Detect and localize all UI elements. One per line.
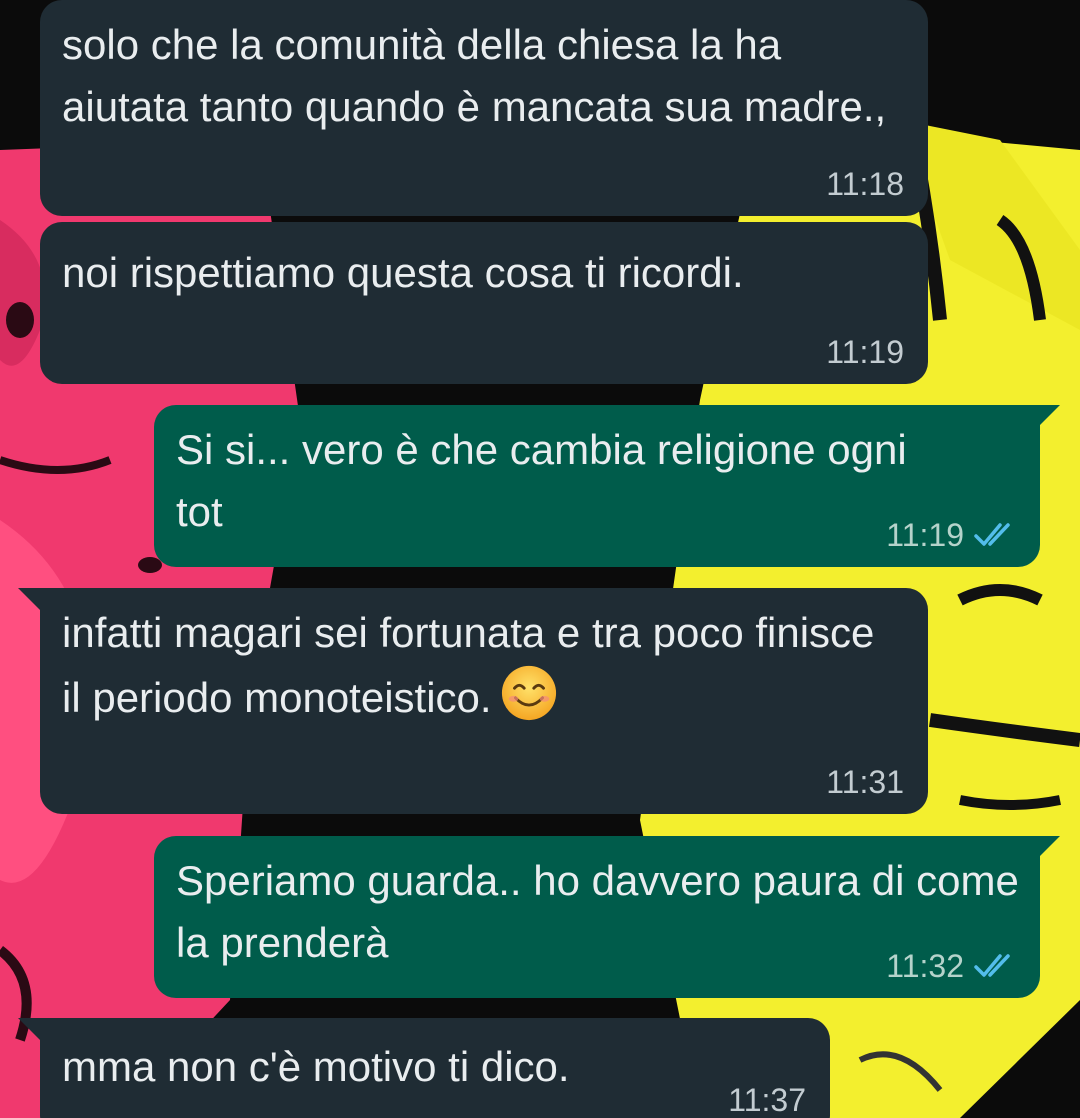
read-double-check-icon [974, 523, 1010, 546]
message-time: 11:37 [728, 1082, 806, 1118]
message-meta: 11:19 [886, 517, 1016, 553]
message-time: 11:18 [826, 166, 904, 202]
message-meta: 11:37 [728, 1082, 806, 1118]
message-text: solo che la comunità della chiesa la ha … [62, 21, 887, 130]
message-text: noi rispettiamo questa cosa ti ricordi. [62, 249, 744, 296]
message-meta: 11:19 [826, 334, 904, 370]
message-bubble-incoming[interactable]: mma non c'è motivo ti dico. 11:37 [40, 1018, 830, 1118]
message-bubble-outgoing[interactable]: Si si... vero è che cambia religione ogn… [154, 405, 1040, 567]
message-bubble-incoming[interactable]: noi rispettiamo questa cosa ti ricordi. … [40, 222, 928, 384]
message-meta: 11:18 [826, 166, 904, 202]
message-meta: 11:31 [826, 764, 904, 800]
message-meta: 11:32 [886, 948, 1016, 984]
message-time: 11:19 [886, 517, 964, 553]
message-time: 11:31 [826, 764, 904, 800]
message-text: Si si... vero è che cambia religione ogn… [176, 426, 919, 535]
read-double-check-icon [974, 954, 1010, 977]
message-bubble-outgoing[interactable]: Speriamo guarda.. ho davvero paura di co… [154, 836, 1040, 998]
message-text: infatti magari sei fortunata e tra poco … [62, 602, 882, 729]
message-bubble-incoming[interactable]: solo che la comunità della chiesa la ha … [40, 0, 928, 216]
message-text: mma non c'è motivo ti dico. [62, 1043, 570, 1090]
message-bubble-incoming[interactable]: infatti magari sei fortunata e tra poco … [40, 588, 928, 814]
message-time: 11:19 [826, 334, 904, 370]
message-time: 11:32 [886, 948, 964, 984]
smiling-face-emoji [501, 665, 556, 721]
message-text-content: infatti magari sei fortunata e tra poco … [62, 609, 887, 721]
